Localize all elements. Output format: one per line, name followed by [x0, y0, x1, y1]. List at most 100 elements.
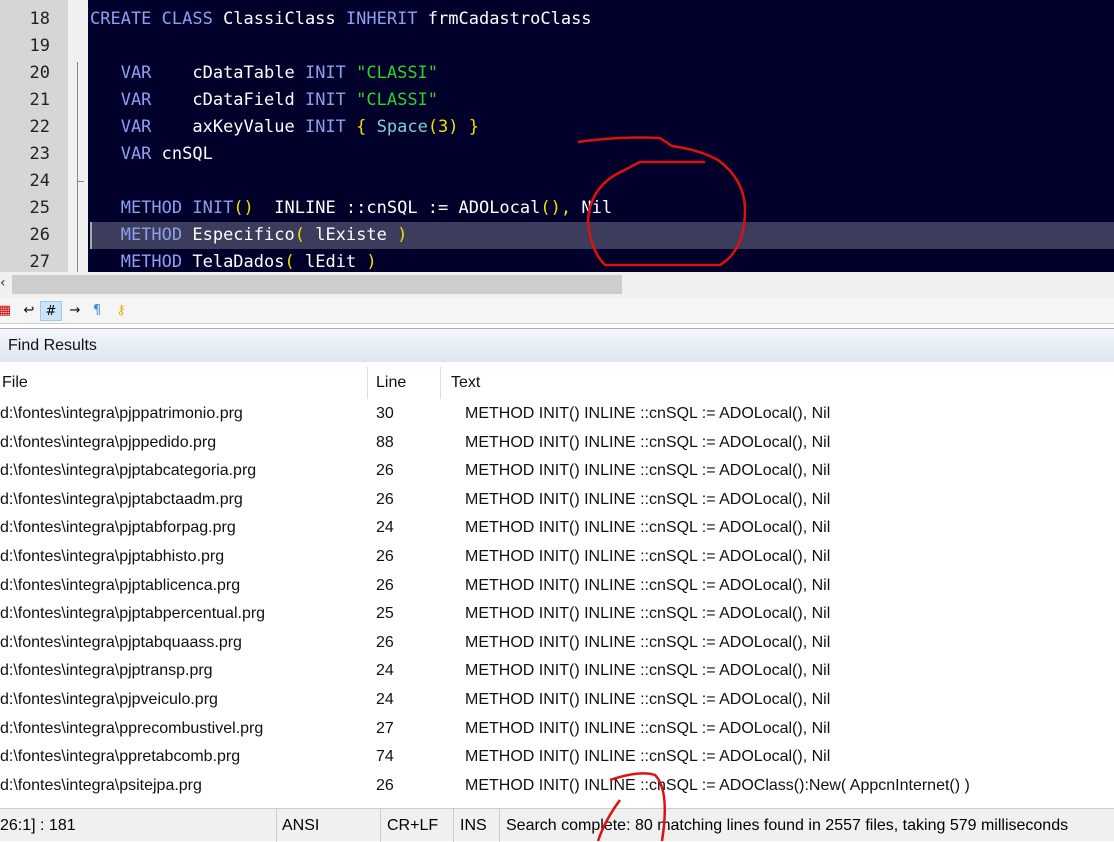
result-file: d:\fontes\integra\pjptabcategoria.prg [0, 462, 257, 480]
fold-margin [68, 0, 88, 272]
tab-arrow-icon[interactable]: → [64, 301, 86, 321]
scrollbar-thumb[interactable] [12, 275, 622, 294]
code-token: METHOD [90, 252, 193, 272]
result-row[interactable]: d:\fontes\integra\ppretabcomb.prg 74 METHO… [0, 743, 1114, 771]
result-line: 26 [376, 776, 394, 794]
result-text: METHOD INIT() INLINE ::cnSQL := ADOClass… [465, 776, 970, 794]
result-text: METHOD INIT() INLINE ::cnSQL := ADOLocal… [465, 548, 831, 565]
result-text: METHOD INIT() INLINE ::cnSQL := ADOLocal… [465, 519, 831, 537]
result-row[interactable]: d:\fontes\integra\psitejpa.prg 26 METHOD I… [0, 772, 1114, 800]
result-text: METHOD INIT() INLINE ::cnSQL := ADOLocal… [465, 405, 831, 422]
status-encoding: ANSI [276, 809, 380, 842]
result-line: 74 [376, 748, 394, 766]
result-file: d:\fontes\integra\pjptabhisto.prg [0, 548, 225, 565]
result-file: d:\fontes\integra\ppretabcomb.prg [0, 748, 241, 766]
find-results-title: Find Results [0, 328, 1114, 362]
result-text: METHOD INIT() INLINE ::cnSQL := ADOLocal… [465, 462, 831, 480]
result-text: METHOD INIT() INLINE ::cnSQL := ADOLocal… [465, 433, 831, 451]
result-file: d:\fontes\integra\pjptabctaadm.prg [0, 490, 243, 508]
horizontal-scrollbar[interactable]: ‹ [0, 272, 1114, 298]
status-message: Search complete: 80 matching lines found… [499, 809, 1068, 842]
result-row[interactable]: d:\fontes\integra\pprecombustivel.prg 27 M… [0, 715, 1114, 743]
code-token: (3) } [427, 117, 479, 137]
line-number: 21 [29, 90, 50, 110]
pilcrow-icon[interactable]: ¶ [86, 301, 108, 321]
result-line: 26 [376, 633, 394, 651]
result-row[interactable]: d:\fontes\integra\pjptabpercentual.prg 25… [0, 600, 1114, 628]
result-line: 26 [376, 576, 394, 594]
result-row[interactable]: d:\fontes\integra\pjppatrimonio.prg 30 MET… [0, 400, 1114, 428]
code-token: INIT [304, 90, 357, 110]
code-line[interactable]: METHOD INIT() INLINE ::cnSQL := ADOLocal… [90, 195, 612, 222]
code-token: INIT [192, 198, 234, 218]
result-file: d:\fontes\integra\pprecombustivel.prg [0, 719, 264, 737]
code-token: METHOD [90, 225, 193, 245]
code-token: ) [397, 225, 408, 245]
code-token: ClassiClass [223, 9, 346, 29]
result-file: d:\fontes\integra\psitejpa.prg [0, 776, 202, 794]
code-token: cDataField [192, 90, 305, 110]
result-row[interactable]: d:\fontes\integra\pjptabhisto.prg 26 METHO… [0, 543, 1114, 571]
code-token: lExiste [304, 225, 398, 245]
code-token: frmCadastroClass [427, 9, 592, 29]
result-text: METHOD INIT() INLINE ::cnSQL := ADOLocal… [465, 662, 831, 680]
code-line[interactable]: VAR cDataField INIT "CLASSI" [90, 87, 438, 114]
code-line[interactable]: VAR cnSQL [90, 141, 213, 168]
code-line[interactable]: VAR cDataTable INIT "CLASSI" [90, 60, 438, 87]
column-header-line[interactable]: Line [368, 367, 441, 399]
result-text: METHOD INIT() INLINE ::cnSQL := ADOLocal… [465, 576, 831, 594]
column-header-file[interactable]: File [0, 367, 368, 399]
hash-icon[interactable]: # [40, 301, 62, 321]
code-line[interactable]: METHOD TelaDados( lEdit ) [90, 249, 377, 272]
result-text: METHOD INIT() INLINE ::cnSQL := ADOLocal… [465, 691, 831, 708]
code-token: { [356, 117, 377, 137]
code-token: VAR [90, 144, 162, 164]
result-file: d:\fontes\integra\pjpveiculo.prg [0, 691, 218, 708]
key-icon[interactable]: ⚷ [110, 301, 132, 321]
line-number: 27 [29, 252, 50, 272]
result-row[interactable]: d:\fontes\integra\pjptabctaadm.prg 26 METH… [0, 486, 1114, 514]
result-row[interactable]: d:\fontes\integra\pjptablicenca.prg 26 MET… [0, 572, 1114, 600]
result-row[interactable]: d:\fontes\integra\pjptabforpag.prg 24 METH… [0, 514, 1114, 542]
result-line: 24 [376, 519, 394, 537]
code-token: TelaDados [192, 252, 285, 272]
scroll-left-button[interactable]: ‹ [0, 275, 6, 291]
result-file: d:\fontes\integra\pjppedido.prg [0, 433, 217, 451]
result-file: d:\fontes\integra\pjptabquaass.prg [0, 633, 242, 651]
result-line: 26 [376, 548, 394, 565]
status-line-ending: CR+LF [380, 809, 453, 842]
code-line[interactable]: CREATE CLASS ClassiClass INHERIT frmCada… [90, 6, 592, 33]
code-line[interactable]: VAR axKeyValue INIT { Space(3) } [90, 114, 479, 141]
code-token: Nil [571, 198, 613, 218]
color-icon[interactable]: ▦ [0, 301, 16, 321]
result-row[interactable]: d:\fontes\integra\pjptabcategoria.prg 26 M… [0, 457, 1114, 485]
code-token: cDataTable [192, 63, 305, 83]
result-row[interactable]: d:\fontes\integra\pjptransp.prg 24 METHOD … [0, 657, 1114, 685]
code-token: INIT [304, 117, 357, 137]
status-position: 26:1] : 181 [0, 817, 76, 834]
result-file: d:\fontes\integra\pjptabpercentual.prg [0, 605, 266, 623]
result-row[interactable]: d:\fontes\integra\pjptabquaass.prg 26 METH… [0, 629, 1114, 657]
result-row[interactable]: d:\fontes\integra\pjpveiculo.prg 24 METHOD… [0, 686, 1114, 714]
line-number: 19 [29, 36, 50, 56]
code-token: lEdit [294, 252, 367, 272]
column-header-text[interactable]: Text [441, 367, 1114, 399]
code-line[interactable]: METHOD Especifico( lExiste ) [90, 222, 408, 249]
code-token: INIT [304, 63, 357, 83]
find-results-list[interactable]: File Line Text d:\fontes\integra\pjppatr… [0, 364, 1114, 806]
code-token: METHOD [90, 198, 193, 218]
code-token: () [540, 198, 561, 218]
code-token: ( [294, 225, 305, 245]
wrap-icon[interactable]: ↩ [18, 301, 40, 321]
result-file: d:\fontes\integra\pjptabforpag.prg [0, 519, 236, 537]
line-number: 22 [29, 117, 50, 137]
code-editor[interactable]: 18 19 20 21 22 23 24 25 26 27 CREATE CLASS Classi… [0, 0, 1114, 272]
result-text: METHOD INIT() INLINE ::cnSQL := ADOLocal… [465, 748, 831, 766]
result-line: 88 [376, 433, 394, 451]
code-token: "CLASSI" [356, 90, 439, 110]
view-toolbar: ▦ ↩ # → ¶ ⚷ [0, 298, 1114, 324]
result-line: 26 [376, 462, 394, 480]
result-row[interactable]: d:\fontes\integra\pjppedido.prg 88 METHOD … [0, 429, 1114, 457]
line-number: 18 [29, 9, 50, 29]
code-token: ) [366, 252, 377, 272]
